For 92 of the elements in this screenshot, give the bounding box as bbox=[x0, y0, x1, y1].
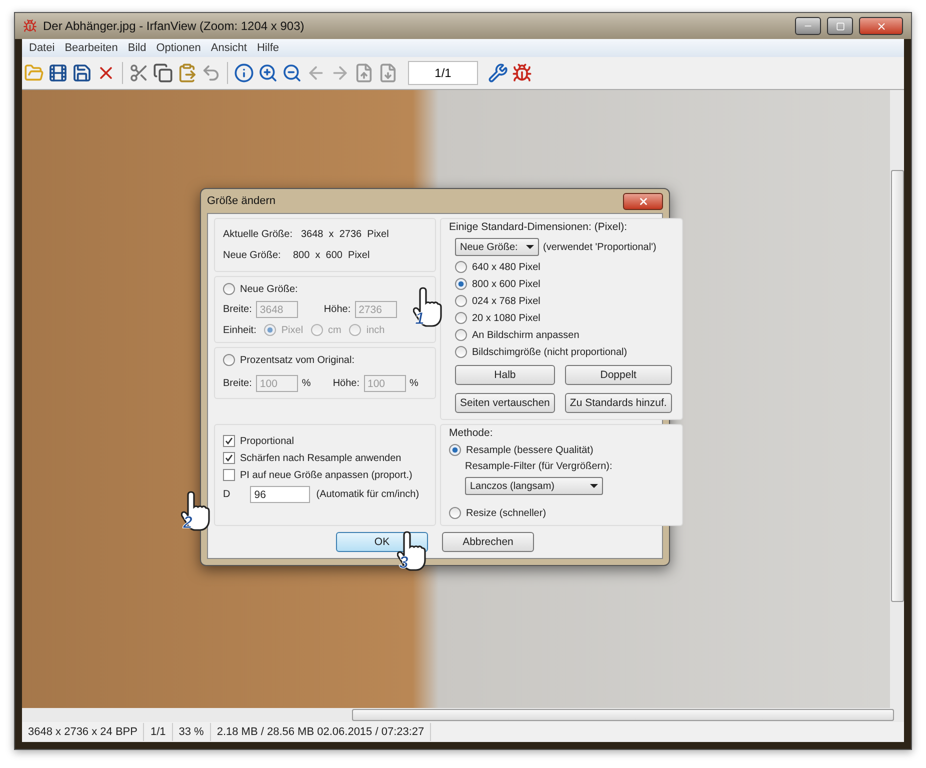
creature-icon[interactable] bbox=[512, 63, 532, 83]
page-down-icon[interactable] bbox=[378, 63, 398, 83]
field-label: Einheit: bbox=[223, 324, 256, 336]
radio-button[interactable] bbox=[449, 444, 461, 456]
info-value: 800 x 600 Pixel bbox=[293, 250, 370, 261]
tools-icon[interactable] bbox=[488, 63, 508, 83]
group-label: Methode: bbox=[449, 427, 493, 439]
radio-button[interactable] bbox=[455, 295, 467, 307]
radio-label: An Bildschirm anpassen bbox=[472, 330, 580, 340]
info-label: Neue Größe: bbox=[223, 250, 282, 261]
filter-dropdown[interactable]: Lanczos (langsam) bbox=[465, 477, 603, 495]
close-button[interactable] bbox=[859, 17, 903, 35]
field-note: (Automatik für cm/inch) bbox=[316, 489, 420, 500]
maximize-icon bbox=[836, 22, 844, 30]
menu-item[interactable]: Datei bbox=[24, 42, 60, 54]
radio-label: Bildschimgröße (nicht proportional) bbox=[472, 346, 628, 358]
menu-item[interactable]: Ansicht bbox=[206, 42, 252, 54]
field-label: D bbox=[223, 489, 230, 500]
dpi-field[interactable]: 96 bbox=[250, 486, 310, 503]
maximize-button[interactable] bbox=[827, 17, 853, 35]
radio-button[interactable] bbox=[455, 346, 467, 358]
radio-label: 20 x 1080 Pixel bbox=[472, 312, 540, 324]
field-label: Höhe: bbox=[332, 378, 360, 389]
radio-button[interactable] bbox=[223, 354, 235, 366]
vertical-scrollbar[interactable] bbox=[890, 90, 904, 708]
info-label: Aktuelle Größe: bbox=[223, 229, 293, 240]
checkbox-label: PI auf neue Größe anpassen (proport.) bbox=[240, 470, 412, 480]
filter-label: Resample-Filter (für Vergrößern): bbox=[465, 461, 612, 472]
radio-button[interactable] bbox=[223, 283, 235, 295]
radio-label: 024 x 768 Pixel bbox=[472, 296, 540, 306]
radio-button[interactable] bbox=[455, 312, 467, 324]
horizontal-scrollbar[interactable] bbox=[22, 708, 904, 722]
status-text: 1/1 bbox=[144, 723, 173, 741]
copy-icon[interactable] bbox=[153, 63, 173, 83]
field-label: Breite: bbox=[223, 304, 252, 315]
checkbox[interactable] bbox=[223, 435, 235, 447]
radio-button[interactable] bbox=[455, 261, 467, 273]
unit-label: % bbox=[302, 378, 311, 389]
menu-item[interactable]: Bild bbox=[122, 42, 152, 54]
status-text: 2.18 MB / 28.56 MB 02.06.2015 / 07:23:27 bbox=[210, 723, 432, 741]
dialog-button[interactable]: Seiten vertauschen bbox=[455, 393, 555, 413]
radio-label: Pixel bbox=[281, 324, 304, 336]
field-label: Breite: bbox=[223, 378, 252, 389]
radio-label: 800 x 600 Pixel bbox=[472, 278, 540, 290]
info-value: 3648 x 2736 Pixel bbox=[301, 229, 389, 240]
checkbox[interactable] bbox=[223, 452, 235, 464]
radio-label: Neue Größe: bbox=[240, 284, 298, 294]
dialog-button[interactable]: Halb bbox=[455, 365, 555, 385]
window-title: Der Abhänger.jpg - IrfanView (Zoom: 1204 x 903) bbox=[43, 19, 306, 33]
close-icon bbox=[638, 196, 648, 206]
radio-button[interactable] bbox=[455, 278, 467, 290]
radio-label: cm bbox=[328, 324, 342, 336]
cancel-button[interactable]: Abbrechen bbox=[442, 532, 534, 552]
radio-button[interactable] bbox=[311, 324, 324, 336]
zoom-in-icon[interactable] bbox=[258, 63, 278, 83]
status-text: 33 % bbox=[172, 723, 211, 741]
checkbox-label: Schärfen nach Resample anwenden bbox=[240, 452, 402, 464]
scissors-icon[interactable] bbox=[129, 63, 149, 83]
info-icon[interactable] bbox=[234, 63, 254, 83]
radio-button[interactable] bbox=[264, 324, 276, 336]
page-up-icon[interactable] bbox=[354, 63, 374, 83]
dialog-title: Größe ändern bbox=[207, 195, 276, 207]
undo-icon[interactable] bbox=[201, 63, 221, 83]
checkbox-label: Proportional bbox=[240, 436, 294, 446]
close-icon bbox=[876, 20, 886, 32]
page-field[interactable]: 1/1 bbox=[408, 61, 478, 85]
clipboard-icon[interactable] bbox=[177, 63, 197, 83]
film-icon[interactable] bbox=[48, 63, 68, 83]
dialog-close-button[interactable] bbox=[623, 192, 663, 210]
dialog-button[interactable]: Zu Standards hinzuf. bbox=[564, 393, 672, 413]
menu-item[interactable]: Hilfe bbox=[252, 42, 284, 54]
radio-button[interactable] bbox=[349, 324, 362, 336]
radio-button[interactable] bbox=[449, 507, 461, 519]
field-label: Höhe: bbox=[324, 304, 351, 315]
menu-item[interactable]: Bearbeiten bbox=[60, 42, 123, 54]
status-text: 3648 x 2736 x 24 BPP bbox=[22, 723, 144, 741]
minimize-button[interactable] bbox=[795, 17, 821, 35]
size-dropdown[interactable]: Neue Größe: bbox=[455, 238, 539, 256]
group-label: Einige Standard-Dimensionen: (Pixel): bbox=[449, 221, 628, 233]
menu-item[interactable]: Optionen bbox=[151, 42, 206, 54]
app-icon bbox=[23, 19, 37, 33]
dialog-button[interactable]: Doppelt bbox=[564, 365, 672, 385]
dropdown-note: (verwendet 'Proportional') bbox=[543, 242, 656, 252]
radio-label: Prozentsatz vom Original: bbox=[240, 354, 354, 366]
radio-button[interactable] bbox=[455, 329, 467, 341]
unit-label: % bbox=[410, 378, 418, 389]
radio-label: Resample (bessere Qualität) bbox=[466, 444, 594, 456]
radio-label: Resize (schneller) bbox=[466, 508, 546, 518]
radio-label: 640 x 480 Pixel bbox=[472, 262, 540, 272]
checkbox[interactable] bbox=[223, 469, 235, 481]
radio-label: inch bbox=[366, 324, 385, 336]
zoom-out-icon[interactable] bbox=[282, 63, 302, 83]
